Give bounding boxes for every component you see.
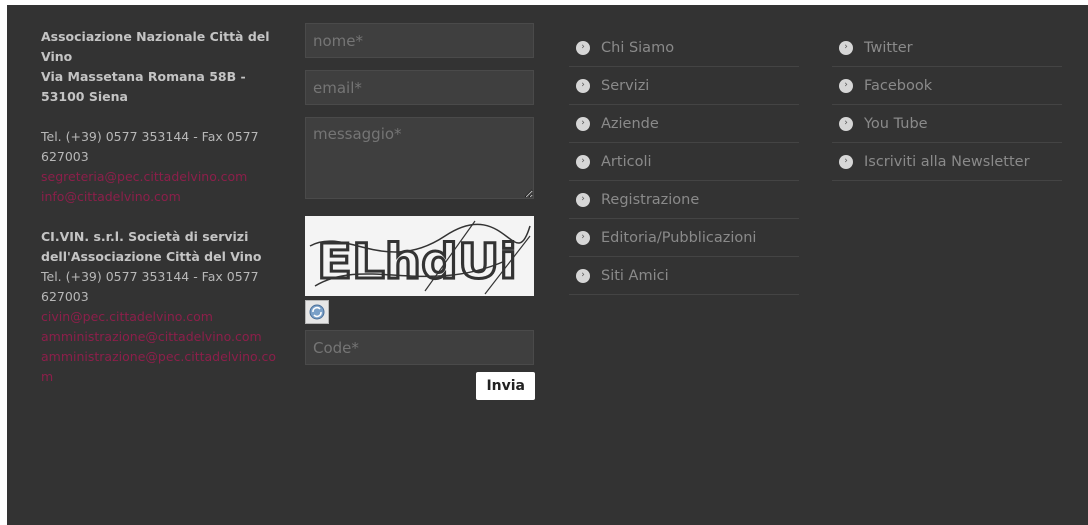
contact-column: Associazione Nazionale Città del Vino Vi… — [41, 27, 276, 387]
message-textarea[interactable] — [305, 117, 534, 199]
captcha-text: ELhdUi — [317, 234, 517, 290]
org2-email-admin-pec[interactable]: amministrazione@pec.cittadelvino.com — [41, 347, 276, 387]
captcha-code-input[interactable] — [305, 330, 534, 365]
menu-label: Chi Siamo — [601, 39, 675, 56]
menu-item-servizi[interactable]: › Servizi — [569, 67, 799, 105]
chevron-right-icon: › — [839, 40, 853, 55]
menu-label: Facebook — [864, 77, 933, 94]
menu-item-siti-amici[interactable]: › Siti Amici — [569, 257, 799, 295]
menu-label: Articoli — [601, 153, 652, 170]
send-button[interactable]: Invia — [476, 372, 535, 400]
menu-item-newsletter[interactable]: › Iscriviti alla Newsletter — [832, 143, 1062, 181]
menu-item-editoria[interactable]: › Editoria/Pubblicazioni — [569, 219, 799, 257]
chevron-right-icon: › — [576, 192, 590, 207]
menu-item-youtube[interactable]: › You Tube — [832, 105, 1062, 143]
org1-email-pec[interactable]: segreteria@pec.cittadelvino.com — [41, 167, 276, 187]
refresh-captcha-icon[interactable] — [305, 300, 329, 324]
org2-email-pec[interactable]: civin@pec.cittadelvino.com — [41, 307, 276, 327]
chevron-right-icon: › — [576, 268, 590, 283]
menu-item-twitter[interactable]: › Twitter — [832, 29, 1062, 67]
org1-address: Via Massetana Romana 58B - 53100 Siena — [41, 69, 246, 104]
chevron-right-icon: › — [576, 78, 590, 93]
org1-name: Associazione Nazionale Città del Vino — [41, 29, 270, 64]
footer: Associazione Nazionale Città del Vino Vi… — [7, 5, 1088, 525]
chevron-right-icon: › — [576, 116, 590, 131]
name-input[interactable] — [305, 23, 534, 58]
org1-phone: Tel. (+39) 0577 353144 - Fax 0577 627003 — [41, 129, 259, 164]
captcha-image: ELhdUi — [305, 216, 534, 296]
social-menu: › Twitter › Facebook › You Tube › Iscriviti … — [832, 29, 1062, 181]
chevron-right-icon: › — [839, 78, 853, 93]
site-menu: › Chi Siamo › Servizi › Aziende › Articoli ›… — [569, 29, 799, 295]
menu-label: Servizi — [601, 77, 650, 94]
menu-label: Iscriviti alla Newsletter — [864, 153, 1030, 170]
menu-item-registrazione[interactable]: › Registrazione — [569, 181, 799, 219]
chevron-right-icon: › — [839, 116, 853, 131]
menu-label: Siti Amici — [601, 267, 669, 284]
org2-phone: Tel. (+39) 0577 353144 - Fax 0577 627003 — [41, 269, 259, 304]
menu-label: Registrazione — [601, 191, 700, 208]
chevron-right-icon: › — [576, 230, 590, 245]
menu-item-chi-siamo[interactable]: › Chi Siamo — [569, 29, 799, 67]
org2-name: CI.VIN. s.r.l. Società di servizi dell'A… — [41, 229, 262, 264]
menu-label: You Tube — [864, 115, 928, 132]
org2-email-admin[interactable]: amministrazione@cittadelvino.com — [41, 327, 276, 347]
menu-label: Aziende — [601, 115, 659, 132]
org1-email-info[interactable]: info@cittadelvino.com — [41, 187, 276, 207]
chevron-right-icon: › — [576, 154, 590, 169]
menu-item-facebook[interactable]: › Facebook — [832, 67, 1062, 105]
menu-item-articoli[interactable]: › Articoli — [569, 143, 799, 181]
contact-form: ELhdUi Invia — [305, 23, 535, 400]
menu-label: Editoria/Pubblicazioni — [601, 229, 757, 246]
menu-item-aziende[interactable]: › Aziende — [569, 105, 799, 143]
menu-label: Twitter — [864, 39, 913, 56]
chevron-right-icon: › — [576, 40, 590, 55]
email-input[interactable] — [305, 70, 534, 105]
chevron-right-icon: › — [839, 154, 853, 169]
